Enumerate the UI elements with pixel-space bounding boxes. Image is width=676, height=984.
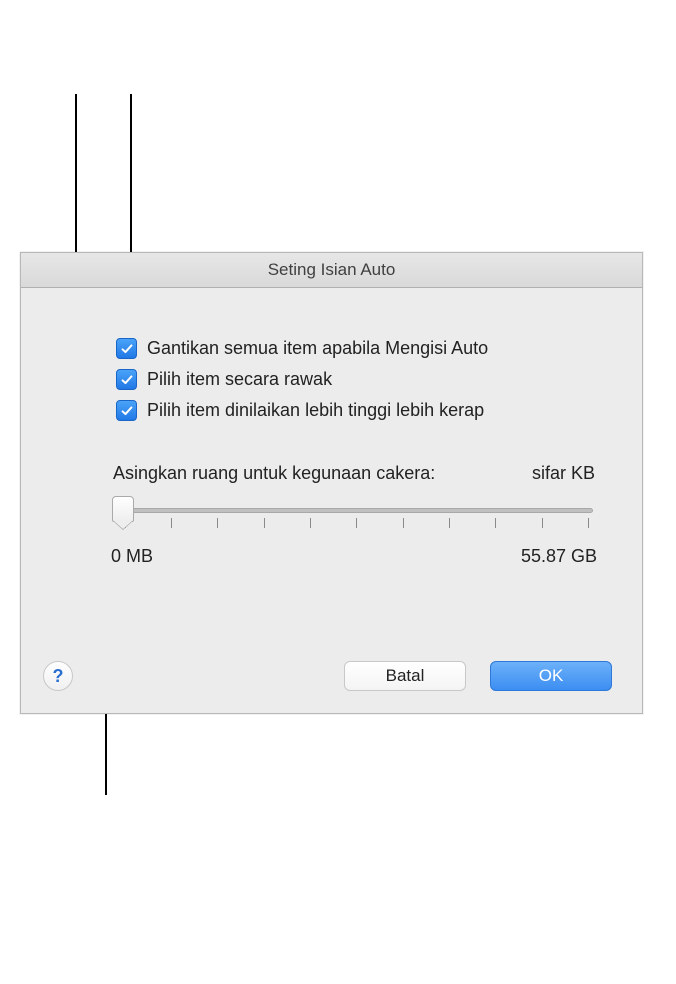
autofill-settings-dialog: Seting Isian Auto Gantikan semua item ap… bbox=[20, 252, 643, 714]
slider-track-line bbox=[115, 508, 593, 513]
slider-tick bbox=[217, 518, 218, 528]
help-icon: ? bbox=[53, 666, 64, 687]
slider-value: sifar KB bbox=[532, 463, 595, 484]
disk-space-slider[interactable] bbox=[115, 496, 593, 546]
slider-tick bbox=[403, 518, 404, 528]
slider-min-label: 0 MB bbox=[111, 546, 153, 567]
slider-thumb[interactable] bbox=[112, 496, 134, 522]
checkbox-label-higher-rated: Pilih item dinilaikan lebih tinggi lebih… bbox=[147, 400, 484, 421]
disk-space-slider-section: Asingkan ruang untuk kegunaan cakera: si… bbox=[111, 463, 597, 567]
slider-tick bbox=[542, 518, 543, 528]
checkbox-label-random: Pilih item secara rawak bbox=[147, 369, 332, 390]
help-button[interactable]: ? bbox=[43, 661, 73, 691]
dialog-content: Gantikan semua item apabila Mengisi Auto… bbox=[21, 288, 642, 587]
checkbox-row-random: Pilih item secara rawak bbox=[116, 369, 597, 390]
slider-max-label: 55.87 GB bbox=[521, 546, 597, 567]
checkbox-row-higher-rated: Pilih item dinilaikan lebih tinggi lebih… bbox=[116, 400, 597, 421]
checkbox-row-replace-all: Gantikan semua item apabila Mengisi Auto bbox=[116, 338, 597, 359]
checkmark-icon bbox=[120, 404, 134, 418]
slider-tick bbox=[588, 518, 589, 528]
slider-label: Asingkan ruang untuk kegunaan cakera: bbox=[113, 463, 435, 484]
slider-tick bbox=[171, 518, 172, 528]
slider-range-labels: 0 MB 55.87 GB bbox=[111, 546, 597, 567]
checkmark-icon bbox=[120, 342, 134, 356]
slider-tick bbox=[495, 518, 496, 528]
checkbox-higher-rated[interactable] bbox=[116, 400, 137, 421]
cancel-button-label: Batal bbox=[386, 666, 425, 686]
slider-tick bbox=[310, 518, 311, 528]
slider-tick bbox=[449, 518, 450, 528]
ok-button[interactable]: OK bbox=[490, 661, 612, 691]
checkbox-label-replace-all: Gantikan semua item apabila Mengisi Auto bbox=[147, 338, 488, 359]
dialog-button-row: Batal OK bbox=[344, 661, 612, 691]
dialog-title: Seting Isian Auto bbox=[268, 260, 396, 280]
cancel-button[interactable]: Batal bbox=[344, 661, 466, 691]
slider-tick bbox=[264, 518, 265, 528]
checkmark-icon bbox=[120, 373, 134, 387]
checkbox-random[interactable] bbox=[116, 369, 137, 390]
ok-button-label: OK bbox=[539, 666, 564, 686]
checkbox-replace-all[interactable] bbox=[116, 338, 137, 359]
slider-label-row: Asingkan ruang untuk kegunaan cakera: si… bbox=[111, 463, 597, 484]
slider-tick bbox=[356, 518, 357, 528]
dialog-titlebar: Seting Isian Auto bbox=[21, 253, 642, 288]
